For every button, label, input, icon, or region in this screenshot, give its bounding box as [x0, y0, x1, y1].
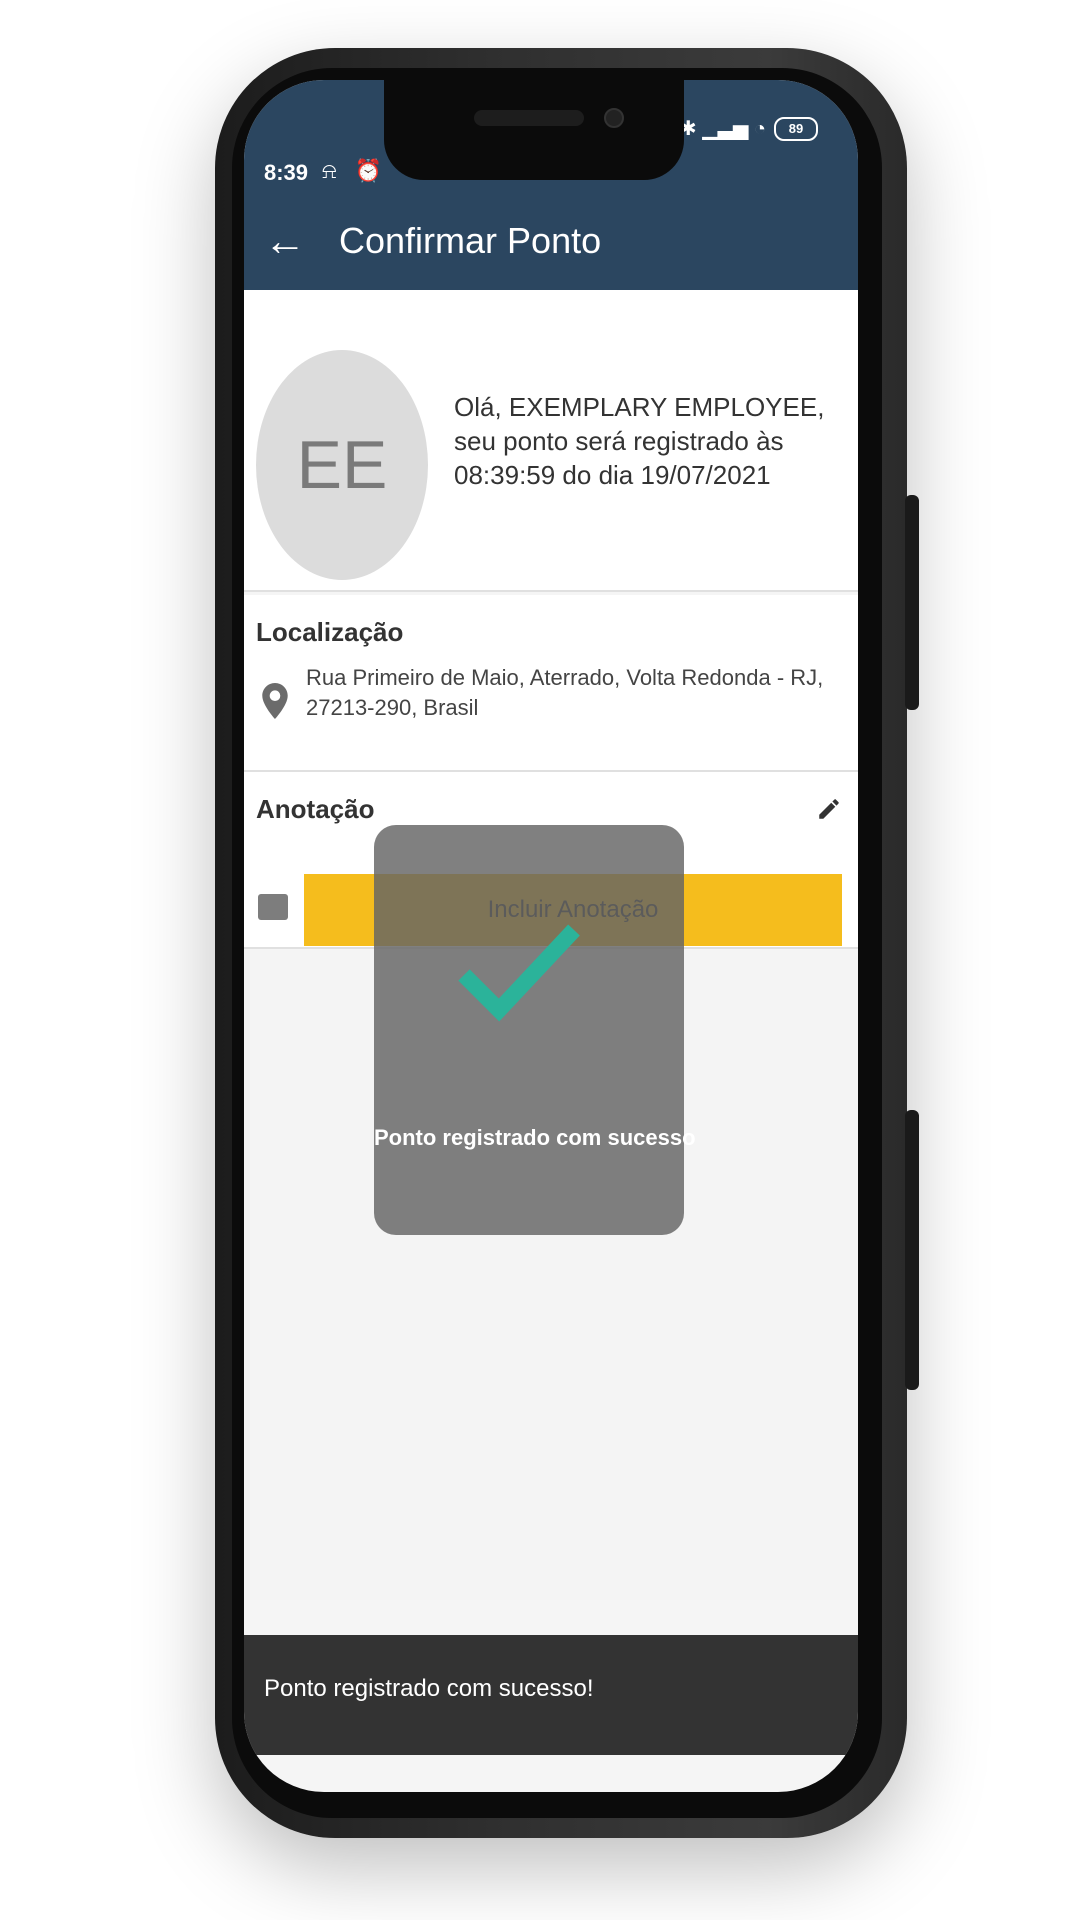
camera: [604, 108, 624, 128]
page-title: Confirmar Ponto: [339, 220, 602, 261]
success-message: Ponto registrado com sucesso: [374, 1125, 696, 1150]
battery-icon: 89: [774, 116, 818, 141]
avatar: EE: [256, 350, 428, 580]
checkmark-icon: [458, 924, 580, 1022]
phone-screen: 8:39 ⍾ ⏰ ✱ ▁▃▅ ◔ 89 ← Confirmar Ponto EE…: [244, 80, 858, 1792]
employee-card: EE Olá, EXEMPLARY EMPLOYEE, seu ponto se…: [244, 290, 858, 592]
speaker: [474, 110, 584, 126]
map-pin-icon: [262, 683, 288, 727]
annotation-title: Anotação: [256, 794, 375, 824]
snackbar: Ponto registrado com sucesso!: [244, 1635, 858, 1755]
comment-icon: [258, 894, 288, 920]
stage: 8:39 ⍾ ⏰ ✱ ▁▃▅ ◔ 89 ← Confirmar Ponto EE…: [0, 0, 1080, 1920]
greeting-text: Olá, EXEMPLARY EMPLOYEE, seu ponto será …: [454, 392, 825, 490]
status-right: ✱ ▁▃▅ ◔ 89: [680, 116, 818, 141]
snackbar-message: Ponto registrado com sucesso!: [264, 1675, 594, 1702]
notification-icons: ⍾ ⏰: [322, 158, 389, 183]
location-title: Localização: [256, 617, 404, 647]
status-time: 8:39: [264, 160, 309, 185]
arrow-left-icon[interactable]: ←: [264, 220, 306, 262]
notch: [384, 80, 684, 180]
signal-icons: ✱ ▁▃▅ ◔: [679, 118, 766, 140]
avatar-initials: EE: [296, 427, 388, 503]
phone-side-button: [905, 495, 919, 710]
phone-side-button: [905, 1110, 919, 1390]
location-address: Rua Primeiro de Maio, Aterrado, Volta Re…: [306, 665, 824, 720]
pencil-icon[interactable]: [816, 796, 842, 829]
success-dialog: Ponto registrado com sucesso: [374, 825, 696, 1235]
location-card: Localização Rua Primeiro de Maio, Aterra…: [244, 595, 858, 772]
